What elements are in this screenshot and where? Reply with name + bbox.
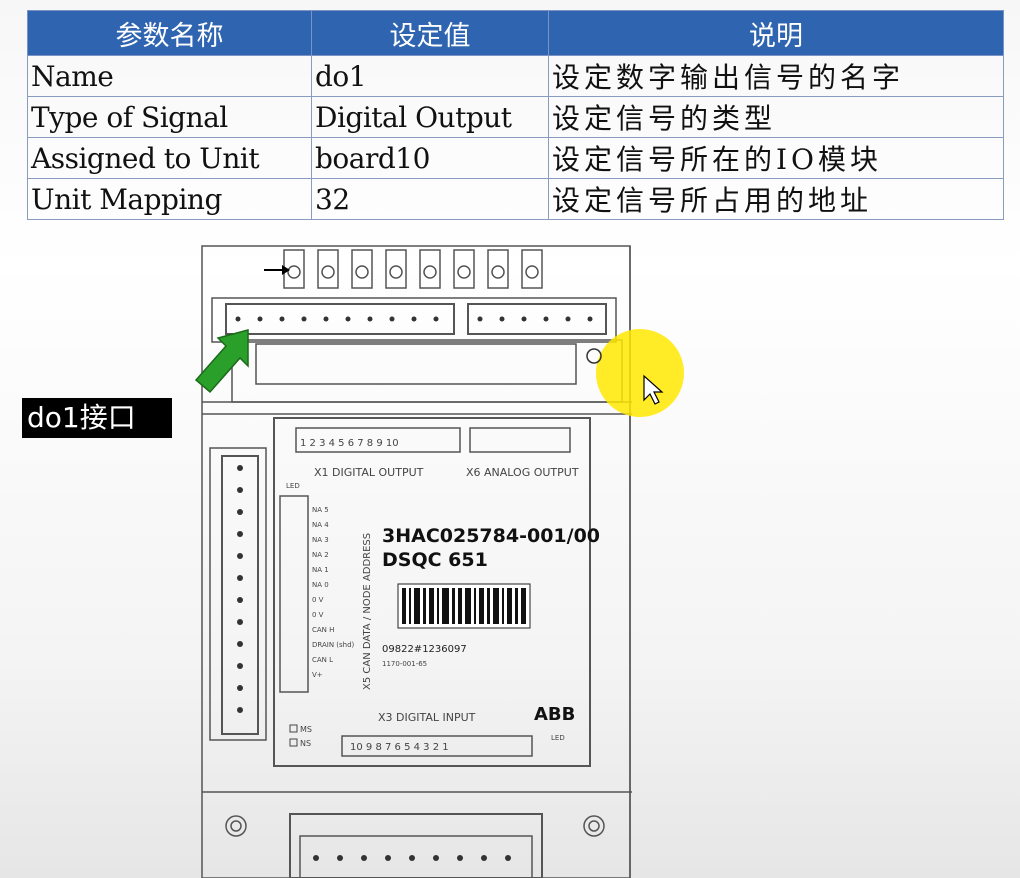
abb-logo: ABB <box>534 704 575 725</box>
bottom-connector <box>289 813 543 878</box>
x5-pin-label: NA 5 <box>312 506 329 514</box>
top-terminal-screws <box>283 249 543 289</box>
x5-pin-labels: NA 5 NA 4 NA 3 NA 2 NA 1 NA 0 0 V 0 V CA… <box>312 506 355 679</box>
barcode <box>397 583 531 629</box>
callout-arrow <box>194 329 249 394</box>
do1-interface-label: do1接口 <box>22 398 172 438</box>
x3-pin-numbers: 10 9 8 7 6 5 4 3 2 1 <box>350 742 449 753</box>
x5-pin-label: 0 V <box>312 611 324 619</box>
x6-label: X6 ANALOG OUTPUT <box>466 466 579 479</box>
io-module-diagram: 1 2 3 4 5 6 7 8 9 10 X1 DIGITAL OUTPUT X… <box>194 245 684 878</box>
x5-pin-label: CAN L <box>312 656 333 664</box>
x5-pin-label: NA 1 <box>312 566 329 574</box>
x5-pin-label: NA 3 <box>312 536 329 544</box>
x5-pin-label: V+ <box>312 671 323 679</box>
x1-pin-numbers: 1 2 3 4 5 6 7 8 9 10 <box>300 438 399 449</box>
x5-pin-label: DRAIN (shd) <box>312 641 355 649</box>
x5-pin-label: NA 4 <box>312 521 329 529</box>
x5-pin-label: NA 0 <box>312 581 329 589</box>
serial-number: 09822#1236097 <box>382 644 467 655</box>
x5-pin-label: 0 V <box>312 596 324 604</box>
corner-screws <box>225 815 605 837</box>
x1-label: X1 DIGITAL OUTPUT <box>314 466 424 479</box>
model-number: DSQC 651 <box>382 549 488 571</box>
x5-pin-label: CAN H <box>312 626 334 634</box>
led-bottom-label: LED <box>551 734 565 742</box>
part-number: 3HAC025784-001/00 <box>382 525 600 547</box>
serial-small: 1170-001-65 <box>382 660 427 668</box>
cursor-highlight <box>596 329 684 417</box>
x5-pin-label: NA 2 <box>312 551 329 559</box>
x3-label: X3 DIGITAL INPUT <box>378 711 476 724</box>
x5-label: X5 CAN DATA / NODE ADDRESS <box>362 533 373 690</box>
indicator-led <box>586 348 602 364</box>
led-label: LED <box>286 482 300 490</box>
status-ms: MS <box>300 725 312 734</box>
status-ns: NS <box>300 739 311 748</box>
